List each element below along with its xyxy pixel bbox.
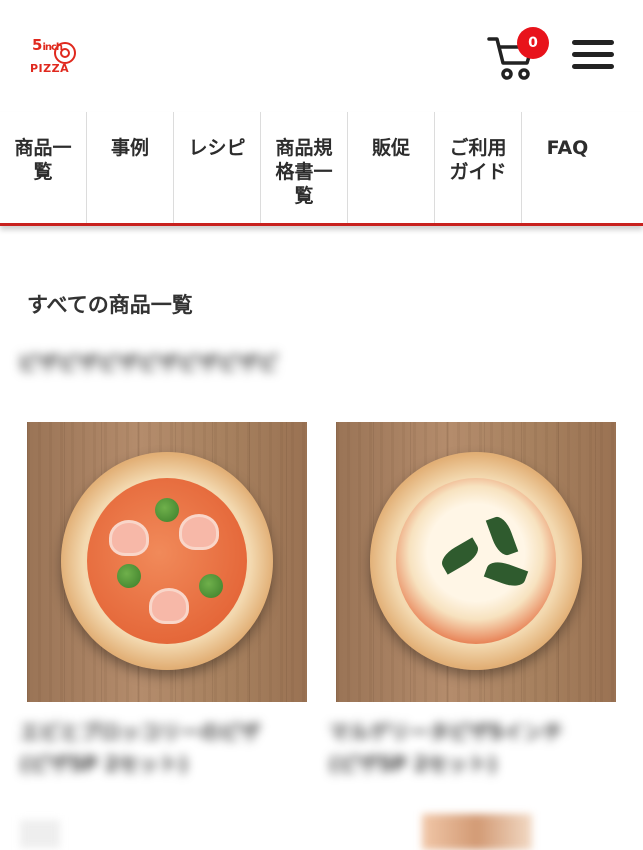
product-card[interactable] (336, 422, 616, 702)
nav-item-recipes[interactable]: レシピ (174, 112, 261, 223)
nav-item-cases[interactable]: 事例 (87, 112, 174, 223)
product-name-blurred[interactable]: エビとブロッコリーのピザ (ピザ5P 2セット) (20, 716, 310, 786)
nav-item-spec-sheets[interactable]: 商品規格書一覧 (261, 112, 348, 223)
main-nav: 商品一覧 事例 レシピ 商品規格書一覧 販促 ご利用ガイド FAQ (0, 112, 643, 226)
nav-item-faq[interactable]: FAQ (522, 112, 613, 223)
site-header: 5inch PIZZA 0 (0, 0, 643, 112)
menu-bar-icon (572, 52, 614, 57)
logo-pizza-icon (54, 42, 76, 64)
page-title: すべての商品一覧 (27, 293, 193, 317)
cart-count-badge: 0 (517, 27, 549, 59)
product-image[interactable] (336, 422, 616, 702)
logo-wordmark: PIZZA (30, 62, 70, 75)
next-row-placeholder (20, 812, 620, 850)
nav-item-promotion[interactable]: 販促 (348, 112, 435, 223)
hamburger-menu-button[interactable] (572, 40, 614, 72)
product-card[interactable] (27, 422, 307, 702)
nav-item-guide[interactable]: ご利用ガイド (435, 112, 522, 223)
blurred-subtitle: ピザピザピザピザピザピザピ (18, 351, 278, 375)
product-name-blurred[interactable]: マルゲリータピザ5インチ (ピザ5P 2セット) (329, 716, 619, 786)
menu-bar-icon (572, 40, 614, 45)
menu-bar-icon (572, 64, 614, 69)
nav-item-products[interactable]: 商品一覧 (0, 112, 87, 223)
site-logo[interactable]: 5inch PIZZA (30, 36, 76, 76)
product-image[interactable] (27, 422, 307, 702)
